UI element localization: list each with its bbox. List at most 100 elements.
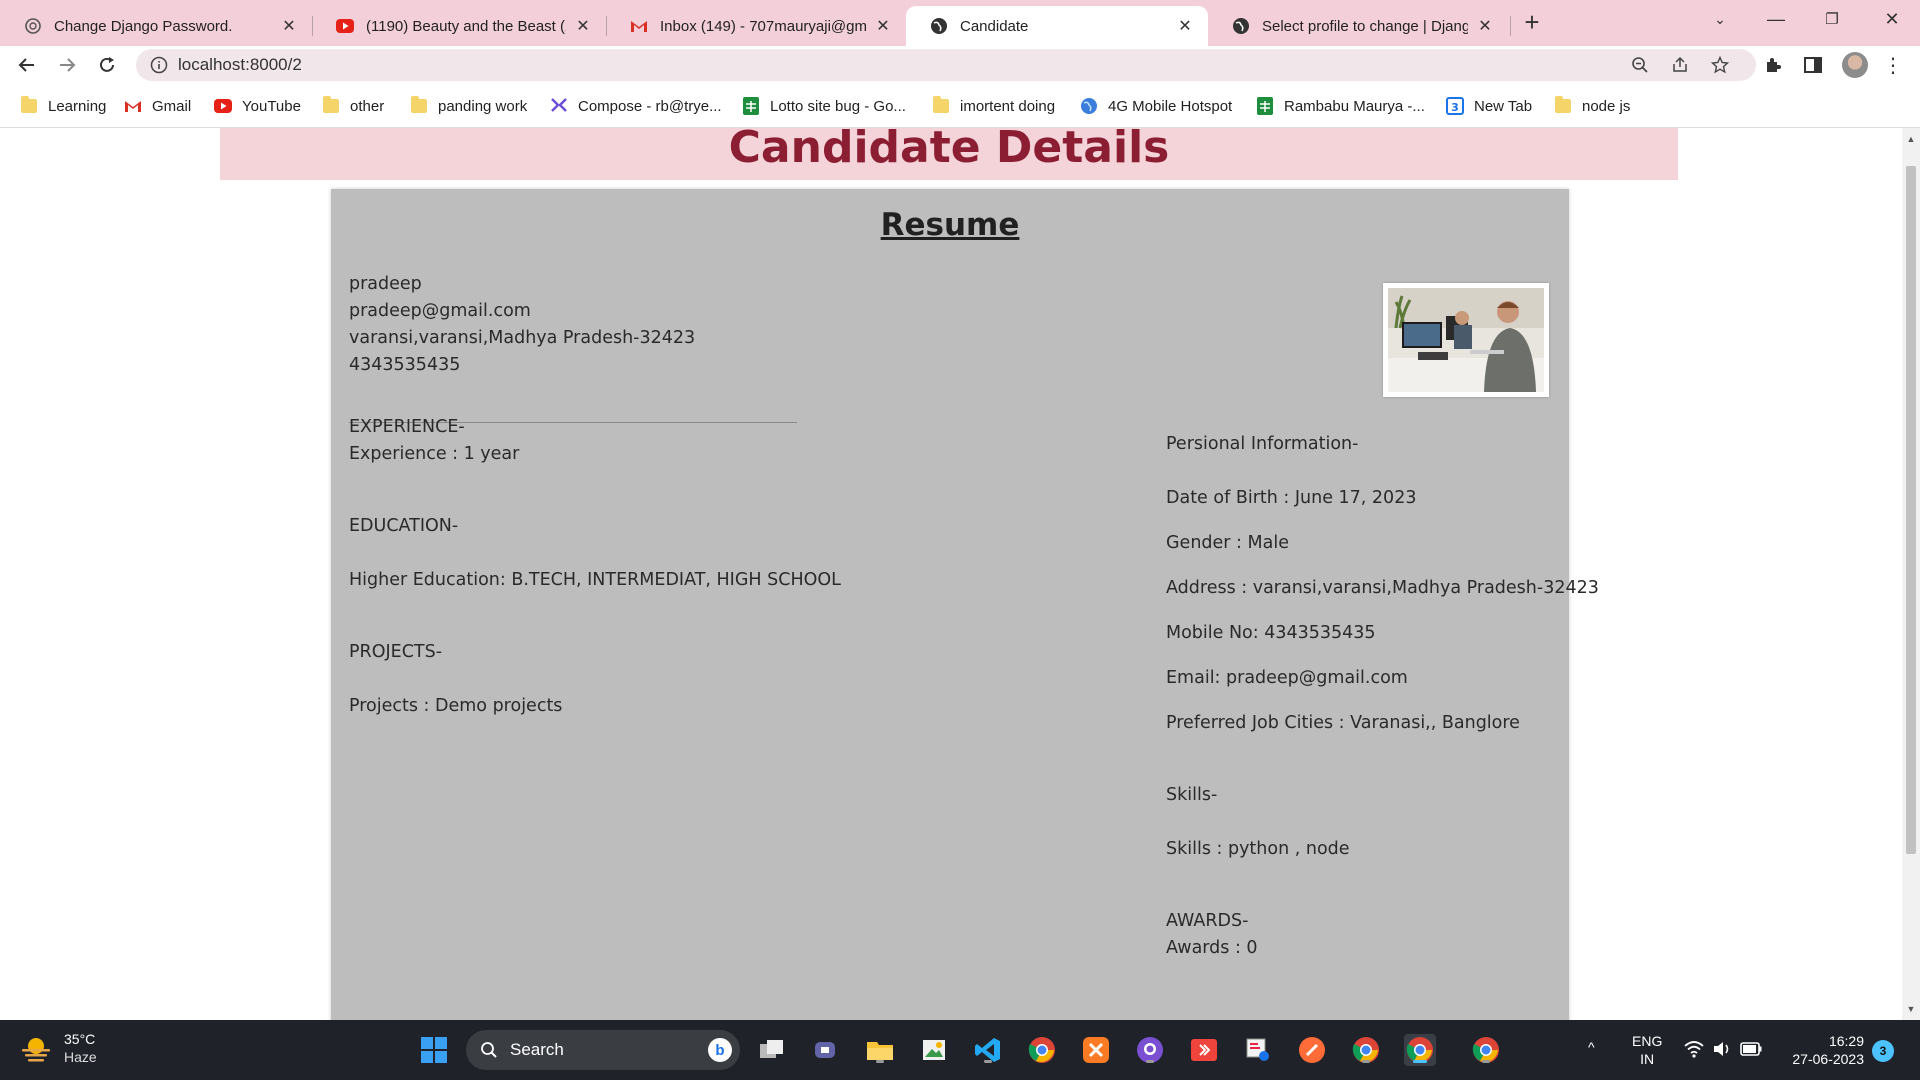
bookmark-compose[interactable]: Compose - rb@trye...	[550, 95, 722, 117]
tab-youtube[interactable]: (1190) Beauty and the Beast (202 ✕	[312, 6, 606, 46]
profile-avatar[interactable]	[1842, 52, 1868, 78]
tab-title: Candidate	[960, 17, 1029, 35]
teams-chat-icon[interactable]	[810, 1034, 842, 1066]
language-bottom: IN	[1640, 1051, 1655, 1067]
tab-select-profile[interactable]: Select profile to change | Django ✕	[1208, 6, 1508, 46]
bookmark-star-icon[interactable]	[1710, 55, 1730, 75]
close-tab-icon[interactable]: ✕	[1474, 15, 1496, 37]
battery-icon[interactable]	[1740, 1042, 1762, 1060]
browser-toolbar: localhost:8000/2 ⋮	[0, 46, 1920, 84]
side-panel-icon[interactable]	[1802, 54, 1824, 76]
notification-badge[interactable]: 3	[1872, 1040, 1894, 1062]
close-tab-icon[interactable]: ✕	[1174, 15, 1196, 37]
chrome-profile-2-icon[interactable]	[1470, 1034, 1502, 1066]
close-tab-icon[interactable]: ✕	[872, 15, 894, 37]
weather-widget[interactable]: 35°C Haze	[20, 1030, 97, 1066]
postman-icon[interactable]	[1296, 1034, 1328, 1066]
tab-title: (1190) Beauty and the Beast (202	[366, 17, 566, 35]
bookmark-label: node js	[1582, 97, 1631, 115]
experience-value: Experience : 1 year	[349, 444, 520, 464]
reload-button[interactable]	[92, 50, 122, 80]
search-label: Search	[510, 1040, 564, 1059]
language-indicator[interactable]: ENG IN	[1632, 1032, 1662, 1068]
bookmark-label: other	[350, 97, 385, 115]
candidate-address: varansi,varansi,Madhya Pradesh-32423	[349, 328, 696, 348]
personal-info-heading: Persional Information-	[1166, 434, 1359, 454]
tab-gmail-inbox[interactable]: Inbox (149) - 707mauryaji@gmai ✕	[606, 6, 906, 46]
folder-icon	[1554, 96, 1572, 115]
gender-value: Gender : Male	[1166, 533, 1289, 553]
bookmark-other[interactable]: other	[322, 95, 384, 117]
wifi-icon[interactable]	[1684, 1040, 1704, 1062]
site-info-icon[interactable]	[150, 56, 168, 74]
tab-candidate[interactable]: Candidate ✕	[906, 6, 1208, 46]
bookmark-gmail[interactable]: Gmail	[124, 95, 191, 117]
show-hidden-icons-icon[interactable]: ^	[1588, 1038, 1595, 1056]
forward-button[interactable]	[52, 50, 82, 80]
xampp-icon[interactable]	[1080, 1034, 1112, 1066]
scroll-down-arrow-icon[interactable]: ▼	[1902, 1000, 1920, 1018]
share-icon[interactable]	[1670, 55, 1690, 75]
tab-change-django-password[interactable]: Change Django Password. ✕	[0, 6, 312, 46]
close-tab-icon[interactable]: ✕	[278, 15, 300, 37]
extensions-icon[interactable]	[1762, 54, 1784, 76]
tab-search-icon[interactable]: ⌄	[1692, 0, 1748, 38]
vscode-icon[interactable]	[972, 1034, 1004, 1066]
bookmark-label: Learning	[48, 97, 107, 115]
task-view-icon[interactable]	[756, 1034, 788, 1066]
education-heading: EDUCATION-	[349, 516, 459, 536]
address-bar[interactable]: localhost:8000/2	[136, 49, 1756, 81]
start-button[interactable]	[418, 1034, 450, 1066]
taskbar-search[interactable]: Search b	[466, 1030, 740, 1070]
bing-icon[interactable]: b	[708, 1038, 732, 1062]
bookmark-node-js[interactable]: node js	[1554, 95, 1630, 117]
projects-heading: PROJECTS-	[349, 642, 443, 662]
bookmark-panding-work[interactable]: panding work	[410, 95, 527, 117]
github-desktop-icon[interactable]	[1134, 1034, 1166, 1066]
new-tab-button[interactable]: +	[1518, 7, 1546, 37]
bookmark-learning[interactable]: Learning	[20, 95, 106, 117]
close-window-button[interactable]: ✕	[1864, 0, 1920, 38]
snipping-tool-icon[interactable]	[1242, 1034, 1274, 1066]
bookmark-label: New Tab	[1474, 97, 1533, 115]
windows-logo-icon	[421, 1037, 447, 1063]
image-editor-icon[interactable]	[918, 1034, 950, 1066]
zoom-icon[interactable]	[1630, 55, 1650, 75]
bookmark-youtube[interactable]: YouTube	[214, 95, 301, 117]
clock[interactable]: 16:29 27-06-2023	[1780, 1032, 1864, 1068]
page-scrollbar[interactable]: ▲ ▼	[1902, 128, 1920, 1020]
youtube-icon	[336, 17, 354, 35]
svg-text:3: 3	[1451, 101, 1459, 114]
anydesk-icon[interactable]	[1188, 1034, 1220, 1066]
bookmark-rambabu[interactable]: Rambabu Maurya -...	[1256, 95, 1425, 117]
windows-taskbar: 35°C Haze Search b ^ ENG IN 16:29 27-06-…	[0, 1020, 1920, 1080]
scroll-up-arrow-icon[interactable]: ▲	[1902, 130, 1920, 148]
scroll-thumb[interactable]	[1906, 166, 1916, 854]
minimize-button[interactable]: —	[1748, 0, 1804, 38]
bookmark-label: panding work	[438, 97, 528, 115]
bookmark-lotto[interactable]: Lotto site bug - Go...	[742, 95, 906, 117]
volume-icon[interactable]	[1712, 1040, 1732, 1062]
chrome-icon[interactable]	[1026, 1034, 1058, 1066]
chrome-active-icon[interactable]	[1404, 1034, 1436, 1066]
running-indicator	[1482, 1060, 1490, 1063]
page-header: Candidate Details	[220, 128, 1678, 180]
running-indicator	[1362, 1060, 1370, 1063]
skills-value: Skills : python , node	[1166, 839, 1350, 859]
chrome-profile-icon[interactable]	[1350, 1034, 1382, 1066]
close-tab-icon[interactable]: ✕	[572, 15, 594, 37]
file-explorer-icon[interactable]	[864, 1034, 896, 1066]
running-indicator	[1146, 1060, 1154, 1063]
projects-value: Projects : Demo projects	[349, 696, 563, 716]
resume-title: Resume	[880, 207, 1020, 243]
bookmark-new-tab[interactable]: 3 New Tab	[1446, 95, 1532, 117]
menu-icon[interactable]: ⋮	[1882, 54, 1904, 77]
back-button[interactable]	[12, 50, 42, 80]
search-icon	[481, 1042, 497, 1058]
running-indicator	[876, 1060, 884, 1063]
page-viewport: Candidate Details Resume pradeep pradeep…	[0, 128, 1902, 1020]
url-text: localhost:8000/2	[178, 55, 302, 74]
restore-button[interactable]: ❐	[1804, 0, 1860, 38]
bookmark-imortent-doing[interactable]: imortent doing	[932, 95, 1055, 117]
bookmark-4g-hotspot[interactable]: 4G Mobile Hotspot	[1080, 95, 1232, 117]
